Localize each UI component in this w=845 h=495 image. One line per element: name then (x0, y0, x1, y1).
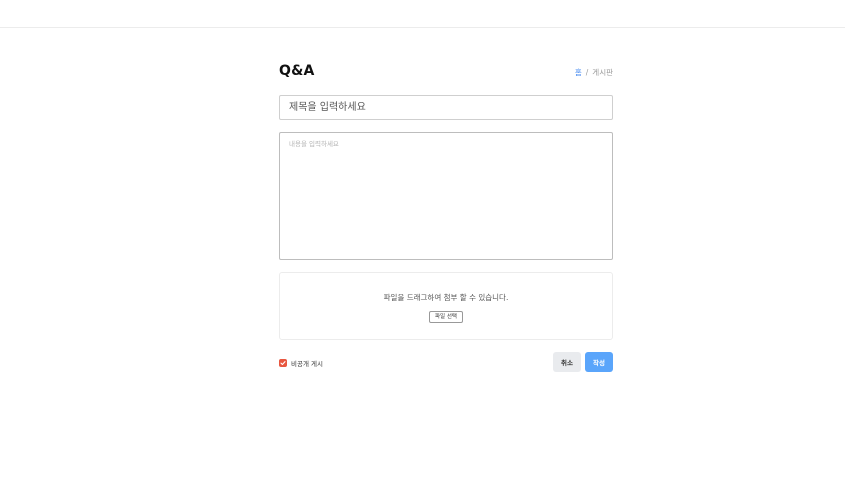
submit-button[interactable]: 작성 (585, 352, 613, 372)
breadcrumb: 홈 / 게시판 (575, 67, 613, 78)
dropzone-message: 파일을 드래그하여 첨부 할 수 있습니다. (383, 293, 509, 302)
page-header: Q&A 홈 / 게시판 (279, 60, 613, 84)
breadcrumb-current: 게시판 (592, 68, 613, 77)
breadcrumb-home-link[interactable]: 홈 (575, 67, 582, 78)
top-navigation-bar (0, 0, 845, 28)
cancel-button[interactable]: 취소 (553, 352, 581, 372)
breadcrumb-separator: / (585, 68, 589, 77)
private-checkbox[interactable] (279, 359, 287, 367)
content-textarea[interactable] (279, 132, 613, 260)
file-select-button[interactable]: 파일 선택 (429, 311, 463, 323)
page-title: Q&A (279, 63, 315, 79)
qna-write-form: Q&A 홈 / 게시판 파일을 드래그하여 첨부 할 수 있습니다. 파일 선택… (279, 60, 613, 372)
title-input[interactable] (279, 95, 613, 120)
checkmark-icon (280, 361, 286, 366)
form-footer: 비공개 게시 취소 작성 (279, 352, 613, 372)
private-post-toggle[interactable]: 비공개 게시 (279, 358, 323, 368)
file-dropzone[interactable]: 파일을 드래그하여 첨부 할 수 있습니다. 파일 선택 (279, 272, 613, 340)
private-label: 비공개 게시 (291, 360, 323, 368)
